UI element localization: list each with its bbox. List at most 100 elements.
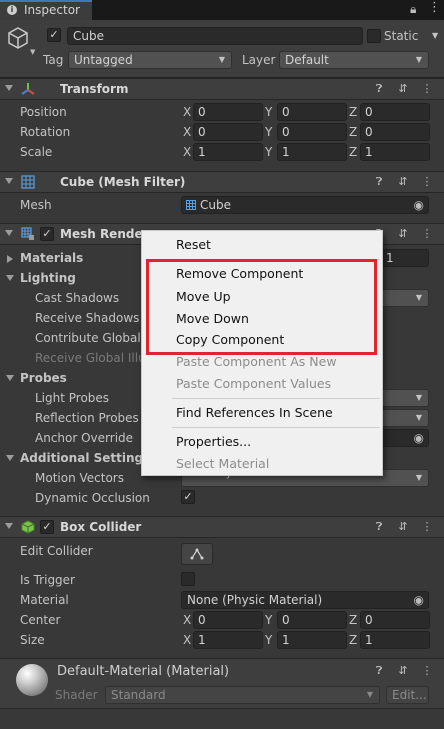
object-picker-icon[interactable]: ◉ [414,592,424,608]
object-picker-icon[interactable]: ◉ [414,197,424,213]
cast-shadows-dropdown[interactable]: ▼ [380,289,429,307]
more-icon[interactable]: ⋮ [428,0,441,15]
scale-x-field[interactable]: 1 [193,143,263,161]
fold-icon[interactable] [5,178,13,184]
rotation-z-field[interactable]: 0 [360,123,430,141]
tag-dropdown[interactable]: Untagged ▼ [68,51,232,69]
physic-material-value: None (Physic Material) [187,593,323,607]
menu-item-properties[interactable]: Properties... [142,431,382,453]
menu-item-reset[interactable]: Reset [142,234,382,256]
tab-bar: i Inspector 🔒︎ ⋮ [0,0,444,20]
position-x-field[interactable]: 0 [193,103,263,121]
layer-dropdown[interactable]: Default ▼ [279,51,429,69]
mesh-object-field[interactable]: Cube ◉ [181,196,429,214]
help-icon[interactable]: ❓︎ [372,82,386,96]
position-z-field[interactable]: 0 [360,103,430,121]
reflection-probes-dropdown[interactable]: ▼ [380,409,429,427]
rotation-y-field[interactable]: 0 [277,123,347,141]
edit-collider-label: Edit Collider [20,544,93,558]
additional-settings-fold-icon[interactable] [6,455,14,461]
box-collider-icon [21,520,35,534]
info-icon: i [7,5,17,15]
rotation-x-field[interactable]: 0 [193,123,263,141]
preset-icon[interactable]: ⇵ [396,664,410,678]
cast-shadows-label: Cast Shadows [35,291,120,305]
mesh-label: Mesh [20,198,52,212]
fold-icon[interactable] [5,85,13,91]
more-icon[interactable]: ⋮ [420,227,434,241]
box-collider-header[interactable]: ✓ Box Collider ❓︎ ⇵ ⋮ [0,516,444,538]
edit-collider-icon [190,548,204,560]
more-icon[interactable]: ⋮ [420,82,434,96]
chevron-down-icon: ▼ [366,690,373,699]
axis-y-label: Y [265,613,273,627]
preset-icon[interactable]: ⇵ [396,520,410,534]
axis-y-label: Y [265,125,273,139]
materials-count-field[interactable]: 1 [380,249,429,267]
lock-icon[interactable]: 🔒︎ [410,2,416,17]
anchor-override-label: Anchor Override [35,431,134,445]
materials-fold-icon[interactable] [7,255,13,263]
scale-z-field[interactable]: 1 [360,143,430,161]
center-x-field[interactable]: 0 [193,611,263,629]
preset-icon[interactable]: ⇵ [396,82,410,96]
probes-fold-icon[interactable] [6,375,14,381]
layer-label: Layer [242,53,276,67]
position-y-field[interactable]: 0 [277,103,347,121]
static-dropdown-icon[interactable]: ▼ [432,31,438,40]
fold-icon[interactable] [5,523,13,529]
size-y-field[interactable]: 1 [277,631,347,649]
cube-icon[interactable] [6,26,30,50]
additional-settings-label: Additional Settings [20,451,151,465]
box-collider-enabled-checkbox[interactable]: ✓ [40,520,54,534]
more-icon[interactable]: ⋮ [420,175,434,189]
light-probes-label: Light Probes [35,391,110,405]
center-z-field[interactable]: 0 [360,611,430,629]
mesh-filter-header[interactable]: Cube (Mesh Filter) ❓︎ ⇵ ⋮ [0,171,444,193]
dynamic-occlusion-label: Dynamic Occlusion [35,491,150,505]
shader-edit-button[interactable]: Edit... [386,686,429,704]
axis-y-label: Y [265,633,273,647]
material-label: Material [20,593,69,607]
footer-area [0,708,444,729]
lighting-fold-icon[interactable] [6,275,14,281]
mesh-grid-icon [21,175,35,189]
static-label: Static [384,29,419,43]
size-x-field[interactable]: 1 [193,631,263,649]
name-field[interactable]: Cube [67,27,363,45]
chevron-down-icon: ▼ [218,55,225,64]
preset-icon[interactable]: ⇵ [396,175,410,189]
layer-value: Default [285,53,329,67]
is-trigger-checkbox[interactable] [181,572,195,586]
mesh-value: Cube [200,198,231,212]
anchor-override-field[interactable]: ◉ [380,429,429,447]
more-icon[interactable]: ⋮ [420,520,434,534]
motion-vectors-label: Motion Vectors [35,471,124,485]
center-y-field[interactable]: 0 [277,611,347,629]
preset-icon[interactable]: ⇵ [396,227,410,241]
object-picker-icon[interactable]: ◉ [414,430,424,446]
help-icon[interactable]: ❓︎ [372,664,386,678]
size-label: Size [20,633,45,647]
physic-material-field[interactable]: None (Physic Material) ◉ [181,591,429,609]
shader-dropdown[interactable]: Standard ▼ [105,686,380,704]
tab-inspector[interactable]: i Inspector [0,0,92,20]
help-icon[interactable]: ❓︎ [372,520,386,534]
fold-icon[interactable] [5,230,13,236]
mesh-renderer-enabled-checkbox[interactable]: ✓ [40,227,54,241]
more-icon[interactable]: ⋮ [420,664,434,678]
chevron-down-icon: ▼ [415,413,422,422]
transform-header[interactable]: Transform ❓︎ ⇵ ⋮ [0,78,444,100]
size-z-field[interactable]: 1 [360,631,430,649]
help-icon[interactable]: ❓︎ [372,175,386,189]
mesh-filter-title: Cube (Mesh Filter) [60,175,186,189]
menu-item-select-material: Select Material [176,456,270,471]
edit-collider-button[interactable] [181,543,213,565]
menu-item-find-references[interactable]: Find References In Scene [142,402,382,424]
icon-dropdown-arrow-icon[interactable]: ▼ [30,48,35,56]
active-checkbox[interactable]: ✓ [47,28,61,42]
light-probes-dropdown[interactable]: ▼ [380,389,429,407]
scale-y-field[interactable]: 1 [277,143,347,161]
static-checkbox[interactable] [367,29,381,43]
dynamic-occlusion-checkbox[interactable]: ✓ [181,490,195,504]
